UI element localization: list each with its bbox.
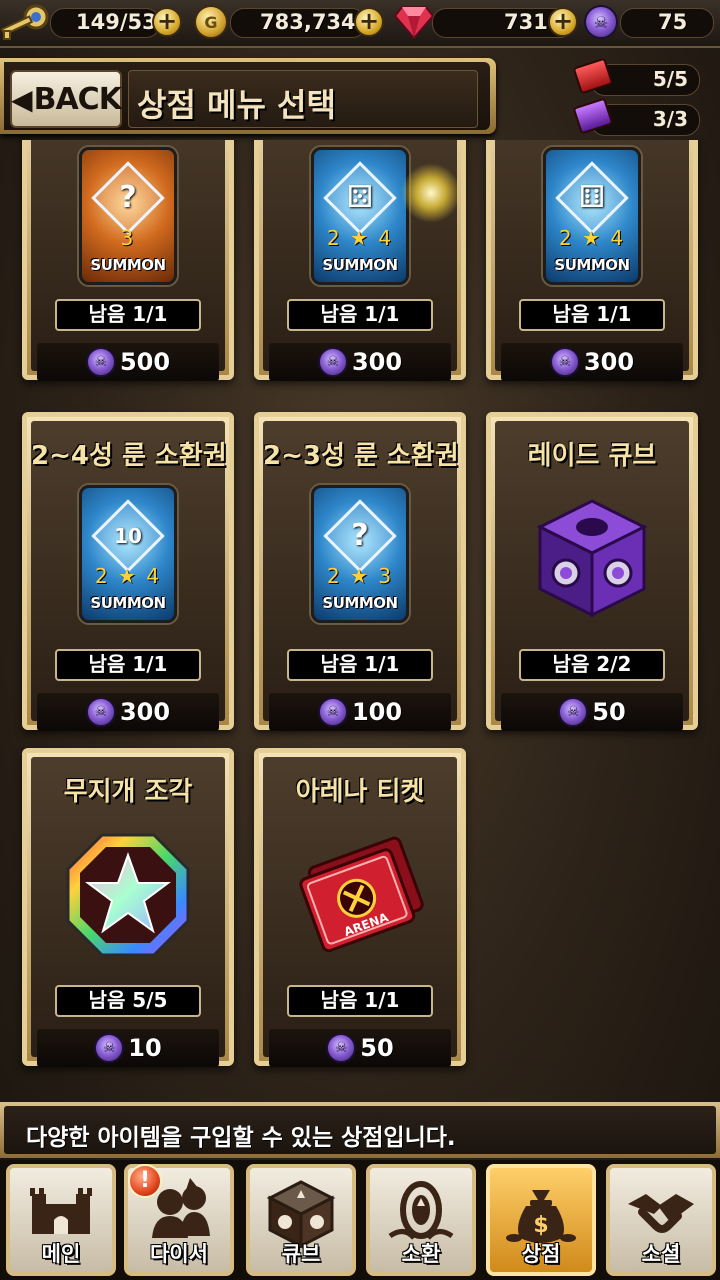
price-bar: ☠ 50 — [269, 1029, 451, 1067]
shop-item-card[interactable]: 레이드 큐브 남음 2/2 ☠ 50 — [486, 412, 698, 731]
price-bar: ☠ 10 — [37, 1029, 219, 1067]
skull-coin-icon: ☠ — [584, 5, 618, 39]
add-stamina-button[interactable]: + — [152, 7, 182, 37]
sparkle-icon — [401, 163, 461, 223]
gold-value: 783,734 — [260, 10, 356, 34]
resource-bar: 149/53 + G 783,734 + 731 + ☠ 75 — [0, 0, 720, 48]
skull-coin-icon: ☠ — [558, 697, 589, 727]
red-ticket-counter: 5/5 — [572, 57, 700, 96]
remaining-count: 남음 1/1 — [287, 985, 433, 1017]
nav-social[interactable]: 소셜 — [606, 1164, 716, 1276]
item-price: 100 — [351, 698, 403, 726]
raid-cube-icon — [536, 499, 648, 618]
summon-ticket-icon: ⚅ 2 ★ 4 SUMMON — [543, 147, 641, 285]
info-bar: 다양한 아이템을 구입할 수 있는 상점입니다. — [0, 1102, 720, 1158]
stamina-resource: 149/53 + — [0, 4, 190, 41]
stamina-value: 149/53 — [76, 10, 157, 34]
shop-item-card[interactable]: 아레나 티켓 ARENA 남음 1/1 ☠ 50 — [254, 748, 466, 1067]
key-icon — [0, 4, 49, 40]
nav-label: 소셜 — [641, 1242, 681, 1266]
remaining-count: 남음 1/1 — [519, 299, 665, 331]
shop-header: ◀ BACK 상점 메뉴 선택 — [0, 58, 496, 134]
remaining-count: 남음 5/5 — [55, 985, 201, 1017]
skull-coin-icon: ☠ — [317, 347, 348, 377]
item-grid: ? 3 SUMMON 남음 1/1 ☠ 500 ⚄ 2 ★ 4 SUMMON 남… — [0, 140, 720, 1085]
shop-item-card[interactable]: ⚅ 2 ★ 4 SUMMON 남음 1/1 ☠ 300 — [486, 140, 698, 381]
nav-label: 소환 — [401, 1242, 441, 1266]
item-price: 300 — [351, 348, 403, 376]
remaining-count: 남음 1/1 — [55, 299, 201, 331]
gem-resource: 731 + — [392, 5, 592, 41]
add-gems-button[interactable]: + — [548, 7, 578, 37]
nav-label: 메인 — [41, 1242, 81, 1266]
item-price: 50 — [360, 1034, 394, 1062]
price-bar: ☠ 300 — [501, 343, 683, 381]
gem-value: 731 — [504, 10, 548, 34]
skull-coin-icon: ☠ — [326, 1033, 357, 1063]
remaining-count: 남음 2/2 — [519, 649, 665, 681]
price-bar: ☠ 300 — [37, 693, 219, 731]
summon-ticket-icon: ? 2 ★ 3 SUMMON — [311, 485, 409, 623]
skull-coin-icon: ☠ — [549, 347, 580, 377]
nav-main[interactable]: 메인 — [6, 1164, 116, 1276]
back-label: BACK — [33, 81, 122, 117]
red-ticket-value: 5/5 — [652, 67, 688, 91]
item-name: 2~4성 룬 소환권 — [31, 441, 227, 471]
shop-item-card[interactable]: 무지개 조각 남음 5/5 ☠ 10 — [22, 748, 234, 1067]
arena-ticket-icon: ARENA — [299, 836, 424, 953]
price-bar: ☠ 500 — [37, 343, 219, 381]
nav-summon[interactable]: 소환 — [366, 1164, 476, 1276]
remaining-count: 남음 1/1 — [287, 649, 433, 681]
add-gold-button[interactable]: + — [354, 7, 384, 37]
item-name: 레이드 큐브 — [527, 441, 657, 471]
back-button[interactable]: ◀ BACK — [10, 70, 122, 128]
summon-ticket-icon: ? 3 SUMMON — [79, 147, 177, 285]
skull-coin-resource: ☠ 75 — [582, 5, 720, 41]
nav-cube[interactable]: 큐브 — [246, 1164, 356, 1276]
skull-coin-icon: ☠ — [94, 1033, 125, 1063]
skull-coin-icon: ☠ — [85, 347, 116, 377]
item-name: 아레나 티켓 — [295, 777, 425, 807]
purple-ticket-value: 3/3 — [652, 107, 688, 131]
price-bar: ☠ 50 — [501, 693, 683, 731]
shop-item-card[interactable]: ⚄ 2 ★ 4 SUMMON 남음 1/1 ☠ 300 — [254, 140, 466, 381]
shop-item-card[interactable]: 2~3성 룬 소환권 ? 2 ★ 3 SUMMON 남음 1/1 ☠ 100 — [254, 412, 466, 731]
skull-coin-icon: ☠ — [317, 697, 348, 727]
item-name: 무지개 조각 — [63, 777, 193, 807]
nav-label: 상점 — [521, 1242, 561, 1266]
shop-item-card[interactable]: ? 3 SUMMON 남음 1/1 ☠ 500 — [22, 140, 234, 381]
item-price: 50 — [592, 698, 626, 726]
svg-text:$: $ — [533, 1213, 548, 1238]
title-box: 상점 메뉴 선택 — [128, 70, 478, 128]
gold-coin-icon: G — [194, 5, 228, 39]
remaining-count: 남음 1/1 — [55, 649, 201, 681]
page-title: 상점 메뉴 선택 — [137, 86, 336, 124]
shop-item-card[interactable]: 2~4성 룬 소환권 10 2 ★ 4 SUMMON 남음 1/1 ☠ 300 — [22, 412, 234, 731]
ruby-icon — [394, 6, 434, 39]
back-arrow-icon: ◀ — [11, 82, 33, 116]
skull-coin-icon: ☠ — [85, 697, 116, 727]
nav-shop[interactable]: $ 상점 — [486, 1164, 596, 1276]
item-name: 2~3성 룬 소환권 — [263, 441, 459, 471]
remaining-count: 남음 1/1 — [287, 299, 433, 331]
item-price: 10 — [128, 1034, 162, 1062]
item-price: 300 — [583, 348, 635, 376]
item-price: 500 — [119, 348, 171, 376]
summon-ticket-icon: 10 2 ★ 4 SUMMON — [79, 485, 177, 623]
nav-label: 다이서 — [150, 1242, 208, 1266]
skull-coin-value: 75 — [658, 10, 688, 34]
price-bar: ☠ 100 — [269, 693, 451, 731]
rainbow-fragment-icon — [66, 833, 190, 957]
purple-ticket-counter: 3/3 — [572, 97, 700, 136]
item-price: 300 — [119, 698, 171, 726]
nav-heroes[interactable]: ! 다이서 — [124, 1164, 234, 1276]
notification-icon: ! — [128, 1164, 162, 1198]
nav-label: 큐브 — [281, 1242, 321, 1266]
info-text: 다양한 아이템을 구입할 수 있는 상점입니다. — [26, 1125, 456, 1151]
bottom-nav: 메인 ! 다이서 큐브 소환 $ 상점 소셜 — [0, 1160, 720, 1280]
summon-ticket-icon: ⚄ 2 ★ 4 SUMMON — [311, 147, 409, 285]
gold-resource: G 783,734 + — [190, 5, 390, 41]
price-bar: ☠ 300 — [269, 343, 451, 381]
